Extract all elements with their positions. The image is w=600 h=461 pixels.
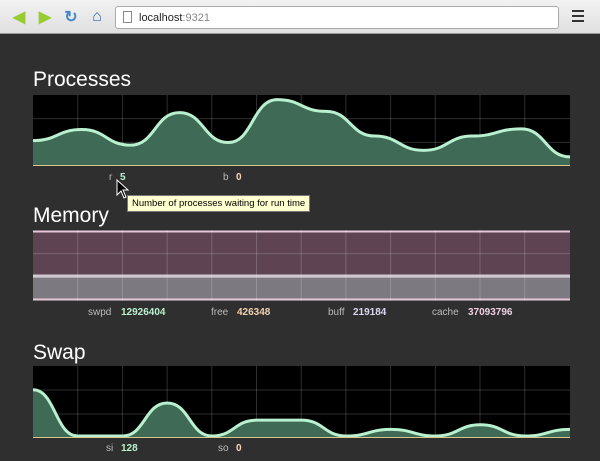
processes-title: Processes bbox=[33, 68, 132, 91]
cache-label: cache bbox=[432, 307, 459, 318]
si-value[interactable]: 128 bbox=[121, 443, 138, 454]
menu-icon[interactable] bbox=[572, 10, 584, 25]
home-icon[interactable]: ⌂ bbox=[88, 8, 106, 26]
processes-chart bbox=[33, 95, 570, 166]
back-arrow-icon[interactable]: ◀ bbox=[10, 8, 28, 26]
tooltip: Number of processes waiting for run time bbox=[127, 195, 311, 212]
swap-chart bbox=[33, 366, 570, 438]
r-label: r bbox=[109, 172, 113, 183]
free-value[interactable]: 426348 bbox=[237, 307, 270, 318]
url-port: :9321 bbox=[182, 12, 210, 24]
forward-arrow-icon[interactable]: ▶ bbox=[36, 8, 54, 26]
memory-title: Memory bbox=[33, 204, 109, 227]
browser-toolbar: ◀ ▶ ↻ ⌂ localhost:9321 bbox=[0, 0, 600, 34]
reload-icon[interactable]: ↻ bbox=[62, 8, 80, 26]
cache-value[interactable]: 37093796 bbox=[468, 307, 513, 318]
buff-label: buff bbox=[328, 307, 345, 318]
buff-value[interactable]: 219184 bbox=[353, 307, 386, 318]
swap-title: Swap bbox=[33, 341, 86, 364]
so-value[interactable]: 0 bbox=[236, 443, 242, 454]
b-value[interactable]: 0 bbox=[236, 172, 242, 183]
swpd-value[interactable]: 12926404 bbox=[121, 307, 166, 318]
free-label: free bbox=[211, 307, 229, 318]
swpd-label: swpd bbox=[88, 307, 112, 318]
url-host: localhost bbox=[139, 12, 183, 24]
memory-chart bbox=[33, 230, 570, 301]
so-label: so bbox=[218, 443, 229, 454]
si-label: si bbox=[106, 443, 114, 454]
address-bar[interactable]: localhost:9321 bbox=[115, 6, 559, 29]
page-icon bbox=[123, 11, 132, 23]
b-label: b bbox=[223, 172, 229, 183]
